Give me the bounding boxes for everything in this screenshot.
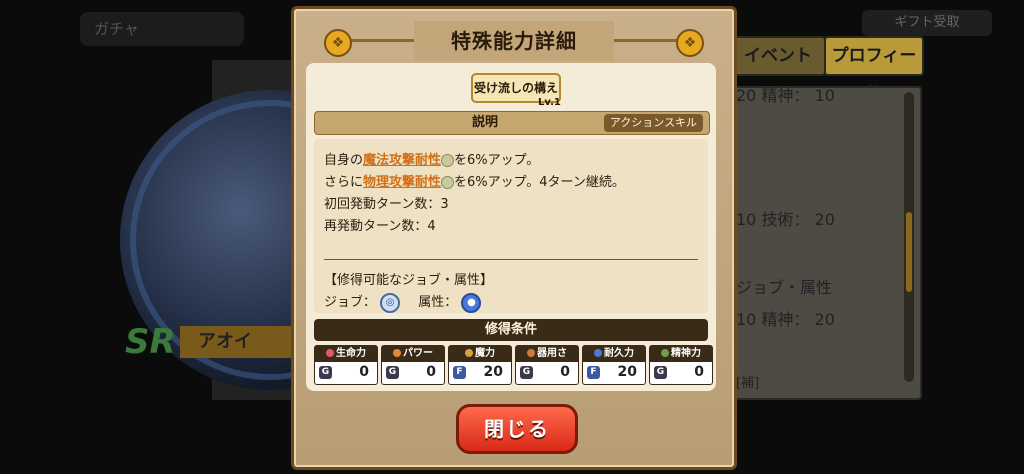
description-box: 自身の魔法攻撃耐性 を6%アップ。 さらに物理攻撃耐性 を6%アップ。4ターン継続。…	[314, 139, 708, 313]
close-button[interactable]: 閉じる	[456, 404, 578, 454]
stat-requirements: 生命力 G 0 パワー G 0 魔力 F 20 器用さ G 0 耐久力 F 20 精神力 …	[314, 345, 713, 385]
stat-dexterity: 器用さ G 0	[515, 345, 579, 385]
text: を6%アップ。	[454, 153, 540, 168]
grade-badge: G	[319, 366, 332, 379]
text: 自身の	[324, 153, 364, 168]
stat-hp: 生命力 G 0	[314, 345, 378, 385]
job-icon[interactable]: ◎	[380, 292, 401, 313]
tab-profile[interactable]: プロフィール	[824, 36, 924, 102]
water-attribute-icon[interactable]: ●	[461, 292, 482, 313]
panel-line: 10 技術： 20	[736, 210, 835, 229]
panel-line: [補]	[736, 376, 760, 391]
rarity-badge: SR	[125, 322, 176, 362]
shield-icon	[594, 349, 602, 357]
job-attr-row: ジョブ： ◎ 属性： ●	[324, 291, 482, 313]
stat-label: 器用さ	[516, 346, 578, 362]
magic-resist-link[interactable]: 魔法攻撃耐性	[363, 153, 441, 168]
hand-icon	[527, 349, 535, 357]
heart-icon	[326, 349, 334, 357]
modal-title: 特殊能力詳細	[414, 21, 614, 61]
stat-label: 生命力	[315, 346, 377, 362]
skill-detail-modal: ❖ ❖ 特殊能力詳細 受け流しの構え Lv.1 説明 アクションスキル 自身の魔…	[291, 6, 737, 470]
stat-value: 0	[560, 364, 570, 380]
fist-icon	[393, 349, 401, 357]
spirit-icon	[661, 349, 669, 357]
info-icon[interactable]	[441, 154, 455, 167]
panel-line: 10 精神： 20	[736, 310, 835, 329]
stat-value: 20	[483, 364, 503, 380]
stat-value: 0	[426, 364, 436, 380]
description-line: 自身の魔法攻撃耐性 を6%アップ。	[324, 149, 539, 168]
stat-value: 20	[617, 364, 637, 380]
profile-panel: 20 精神： 10 10 技術： 20 ジョブ・属性 10 精神： 20 [補]	[728, 86, 922, 400]
text: を6%アップ。4ターン継続。	[454, 175, 625, 190]
attr-label: 属性：	[418, 295, 458, 310]
initial-turns: 初回発動ターン数：3	[324, 197, 449, 212]
physical-resist-link[interactable]: 物理攻撃耐性	[363, 175, 441, 190]
grade-badge: G	[386, 366, 399, 379]
info-icon[interactable]	[441, 176, 455, 189]
conditions-header: 修得条件	[314, 319, 708, 341]
panel-line: 20 精神： 10	[736, 86, 835, 105]
stat-value: 0	[694, 364, 704, 380]
ornament-icon: ❖	[324, 29, 352, 57]
description-header: 説明 アクションスキル	[314, 111, 710, 135]
scrollbar[interactable]	[904, 92, 914, 382]
stat-power: パワー G 0	[381, 345, 445, 385]
stat-label: 魔力	[449, 346, 511, 362]
stat-label: 耐久力	[583, 346, 645, 362]
magic-icon	[465, 349, 473, 357]
ornament-icon: ❖	[676, 29, 704, 57]
skill-level: Lv.1	[538, 97, 561, 108]
stat-magic: 魔力 F 20	[448, 345, 512, 385]
stat-endurance: 耐久力 F 20	[582, 345, 646, 385]
modal-title-bar: ❖ ❖ 特殊能力詳細	[324, 21, 704, 61]
modal-content: 受け流しの構え Lv.1 説明 アクションスキル 自身の魔法攻撃耐性 を6%アップ…	[306, 63, 716, 391]
skill-type-tag: アクションスキル	[603, 114, 703, 132]
learnable-section-title: 【修得可能なジョブ・属性】	[324, 273, 494, 288]
gacha-button[interactable]: ガチャ	[80, 12, 244, 46]
grade-badge: F	[453, 366, 466, 379]
grade-badge: F	[587, 366, 600, 379]
job-label: ジョブ：	[324, 295, 377, 310]
stat-spirit: 精神力 G 0	[649, 345, 713, 385]
gift-button[interactable]: ギフト受取	[862, 10, 992, 36]
panel-line: ジョブ・属性	[736, 278, 833, 297]
stat-label: 精神力	[650, 346, 712, 362]
scrollbar-thumb[interactable]	[906, 212, 912, 292]
stat-value: 0	[359, 364, 369, 380]
description-line: さらに物理攻撃耐性 を6%アップ。4ターン継続。	[324, 171, 625, 190]
stat-label: パワー	[382, 346, 444, 362]
grade-badge: G	[520, 366, 533, 379]
divider	[324, 259, 698, 260]
grade-badge: G	[654, 366, 667, 379]
tab-event[interactable]: イベント	[730, 36, 826, 76]
text: さらに	[324, 175, 364, 190]
recast-turns: 再発動ターン数：4	[324, 219, 436, 234]
